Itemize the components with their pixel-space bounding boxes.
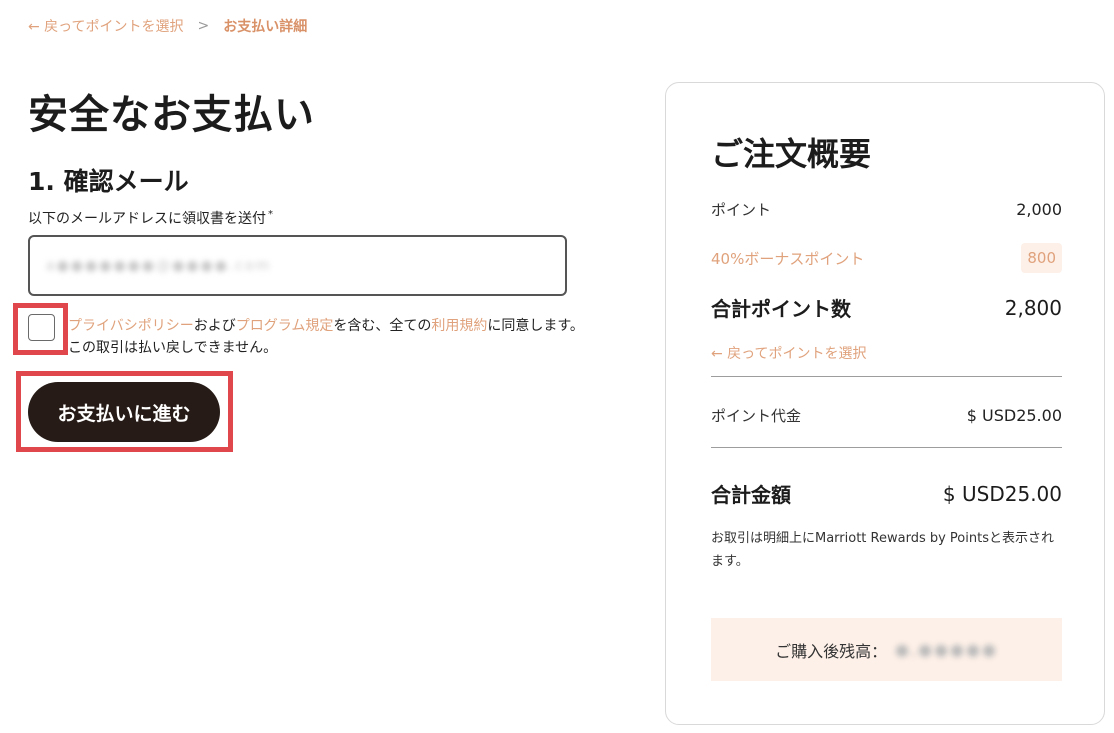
program-rules-link[interactable]: プログラム規定 [236,318,334,334]
total-points-value: 2,800 [1004,295,1062,320]
balance-after-purchase: ご購入後残高： ●,●●●●● [711,618,1062,681]
breadcrumb: ← 戻ってポイントを選択 > お支払い詳細 [28,16,307,36]
divider [711,376,1062,377]
balance-label: ご購入後残高： [775,641,888,661]
total-points-row: 合計ポイント数 2,800 [711,293,1062,322]
breadcrumb-separator: > [197,18,210,34]
breadcrumb-back-link[interactable]: ← 戻ってポイントを選択 [28,16,183,36]
email-value: a●●●●●●●@●●●●.com [46,257,272,274]
points-value: 2,000 [1016,200,1062,219]
email-label-text: 以下のメールアドレスに領収書を送付 [28,211,266,227]
points-label: ポイント [711,201,772,219]
grand-total-value: $ USD25.00 [942,481,1062,506]
order-summary-card: ご注文概要 ポイント 2,000 40%ボーナスポイント 800 合計ポイント数… [665,82,1105,725]
divider [711,447,1062,448]
bonus-row: 40%ボーナスポイント 800 [711,243,1062,273]
breadcrumb-current: お支払い詳細 [223,19,308,35]
price-value: $ USD25.00 [966,406,1062,425]
payment-page: ← 戻ってポイントを選択 > お支払い詳細 安全なお支払い 1. 確認メール 以… [0,0,1114,733]
balance-value: ●,●●●●● [895,640,998,659]
consent-checkbox[interactable] [28,314,55,341]
consent-text-and: および [193,318,236,334]
points-row: ポイント 2,000 [711,199,1062,220]
required-mark: * [268,209,273,221]
summary-title: ご注文概要 [711,135,872,173]
email-label: 以下のメールアドレスに領収書を送付 * [28,208,273,228]
total-points-label: 合計ポイント数 [711,297,851,321]
statement-note: お取引は明細上にMarriott Rewards by Pointsと表示されま… [711,531,1054,569]
section-title: 1. 確認メール [28,167,189,196]
consent-text: プライバシポリシーおよびプログラム規定を含む、全ての利用規約に同意します。この取… [68,315,588,359]
email-input[interactable]: a●●●●●●●@●●●●.com [28,235,567,296]
page-title: 安全なお支払い [28,92,315,138]
price-label: ポイント代金 [711,407,802,425]
grand-total-row: 合計金額 $ USD25.00 [711,479,1062,508]
grand-total-label: 合計金額 [711,483,791,507]
price-row: ポイント代金 $ USD25.00 [711,405,1062,426]
terms-link[interactable]: 利用規約 [431,318,487,334]
proceed-to-payment-button[interactable]: お支払いに進む [28,382,220,442]
bonus-label: 40%ボーナスポイント [711,249,865,268]
consent-text-include: を含む、全ての [333,318,432,334]
bonus-value: 800 [1021,243,1062,273]
summary-back-link[interactable]: ← 戻ってポイントを選択 [711,343,866,363]
privacy-policy-link[interactable]: プライバシポリシー [68,318,194,334]
